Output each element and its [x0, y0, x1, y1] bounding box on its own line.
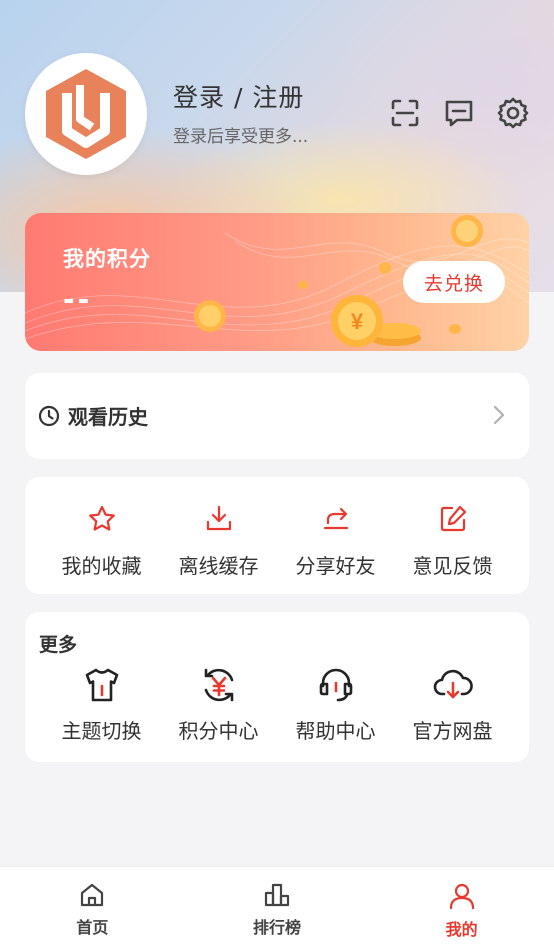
message-icon[interactable] [442, 96, 476, 130]
headset-icon [317, 664, 355, 706]
clock-icon [38, 405, 60, 431]
app-logo-icon [46, 69, 126, 159]
quick-actions-card: 我的收藏 离线缓存 分享好友 意见反馈 [25, 477, 529, 594]
tab-ranking[interactable]: 排行榜 [185, 867, 370, 951]
download-icon [204, 502, 234, 536]
tshirt-icon [83, 664, 121, 706]
official-cloud-drive-label: 官方网盘 [412, 719, 493, 743]
edit-icon [438, 502, 468, 536]
home-icon [81, 883, 104, 907]
more-section-title: 更多 [39, 634, 78, 656]
favorites-label: 我的收藏 [61, 554, 142, 578]
points-card[interactable]: ¥ 我的积分 -- 去兑换 [25, 213, 529, 351]
redeem-button[interactable]: 去兑换 [403, 261, 505, 303]
watch-history-row[interactable]: 观看历史 [25, 373, 529, 459]
tab-home-label: 首页 [76, 918, 109, 937]
theme-switch-button[interactable]: 主题切换 [43, 664, 160, 744]
offline-cache-label: 离线缓存 [178, 554, 259, 578]
points-title: 我的积分 [63, 247, 151, 271]
watch-history-label: 观看历史 [68, 405, 148, 429]
theme-switch-label: 主题切换 [61, 719, 142, 743]
cloud-download-icon [433, 664, 473, 706]
chevron-right-icon [493, 405, 505, 429]
help-center-label: 帮助中心 [295, 719, 376, 743]
tab-home[interactable]: 首页 [0, 867, 185, 951]
points-center-button[interactable]: 积分中心 [160, 664, 277, 744]
settings-icon[interactable] [496, 96, 530, 130]
user-icon [449, 883, 474, 910]
official-cloud-drive-button[interactable]: 官方网盘 [394, 664, 511, 744]
tab-ranking-label: 排行榜 [253, 918, 302, 937]
svg-text:¥: ¥ [351, 309, 364, 334]
star-icon [87, 502, 117, 536]
offline-cache-button[interactable]: 离线缓存 [160, 502, 277, 579]
help-center-button[interactable]: 帮助中心 [277, 664, 394, 744]
avatar[interactable] [25, 53, 147, 175]
share-friends-label: 分享好友 [295, 554, 376, 578]
share-icon [321, 502, 351, 536]
bottom-tab-bar: 首页 排行榜 我的 [0, 866, 554, 951]
scan-icon[interactable] [388, 96, 422, 130]
tab-mine[interactable]: 我的 [369, 867, 554, 951]
share-friends-button[interactable]: 分享好友 [277, 502, 394, 579]
login-subtitle: 登录后享受更多... [173, 127, 309, 147]
favorites-button[interactable]: 我的收藏 [43, 502, 160, 579]
rank-icon [264, 883, 290, 907]
feedback-label: 意见反馈 [412, 554, 493, 578]
tab-mine-label: 我的 [445, 920, 478, 939]
more-card: 更多 主题切换 积分中心 帮助中心 官方网盘 [25, 612, 529, 762]
points-value: -- [63, 283, 93, 316]
points-center-label: 积分中心 [178, 719, 259, 743]
feedback-button[interactable]: 意见反馈 [394, 502, 511, 579]
yen-refresh-icon [200, 664, 238, 706]
login-register-link[interactable]: 登录 / 注册 [173, 78, 304, 114]
